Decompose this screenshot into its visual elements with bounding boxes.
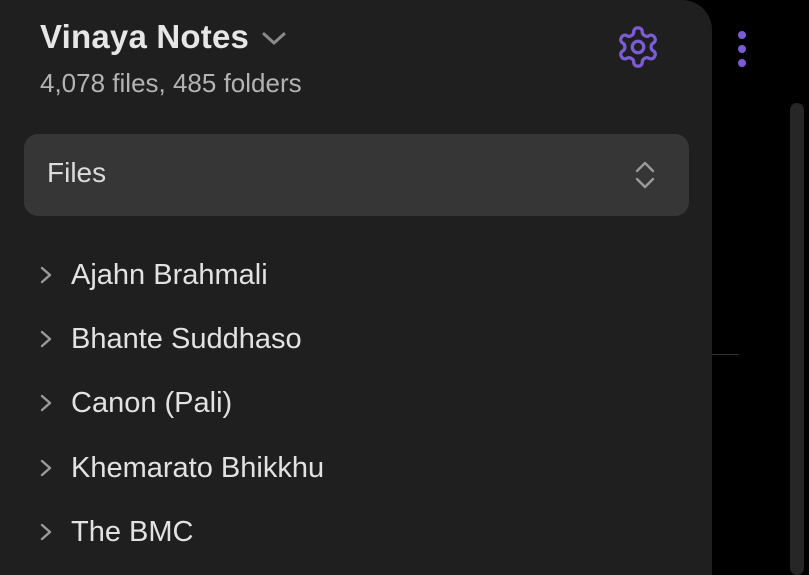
tree-folder-ajahn-brahmali[interactable]: Ajahn Brahmali: [0, 245, 712, 305]
chevron-right-icon[interactable]: [38, 393, 54, 418]
tree-item-label: Canon (Pali): [71, 387, 233, 419]
chevron-right-icon[interactable]: [38, 329, 54, 354]
divider: [712, 354, 739, 355]
tree-folder-bhante-suddhaso[interactable]: Bhante Suddhaso: [0, 309, 712, 369]
tree-folder-the-bmc[interactable]: The BMC: [0, 502, 712, 562]
sidebar-panel: Vinaya Notes 4,078 files, 485 folders Fi…: [0, 0, 712, 575]
tree-item-label: Bhante Suddhaso: [71, 323, 302, 355]
view-selector[interactable]: Files: [24, 134, 689, 216]
scrollbar[interactable]: [790, 103, 804, 575]
tree-item-label: Khemarato Bhikkhu: [71, 452, 325, 484]
gear-icon: [615, 24, 661, 75]
view-selector-value: Files: [47, 157, 107, 188]
chevron-right-icon[interactable]: [38, 265, 54, 290]
tree-item-label: Ajahn Brahmali: [71, 259, 268, 291]
vault-stats: 4,078 files, 485 folders: [40, 68, 302, 98]
settings-button[interactable]: [614, 25, 662, 73]
vault-title: Vinaya Notes: [40, 18, 250, 55]
tree-item-label: The BMC: [71, 516, 194, 548]
vault-switcher[interactable]: Vinaya Notes: [40, 18, 287, 56]
tree-folder-canon-pali[interactable]: Canon (Pali): [0, 373, 712, 433]
chevron-right-icon[interactable]: [38, 522, 54, 547]
tree-folder-khemarato-bhikkhu[interactable]: Khemarato Bhikkhu: [0, 438, 712, 498]
more-options-button[interactable]: [728, 28, 756, 72]
chevron-right-icon[interactable]: [38, 458, 54, 483]
chevron-down-icon: [261, 31, 287, 47]
chevrons-up-down-icon: [634, 160, 656, 195]
